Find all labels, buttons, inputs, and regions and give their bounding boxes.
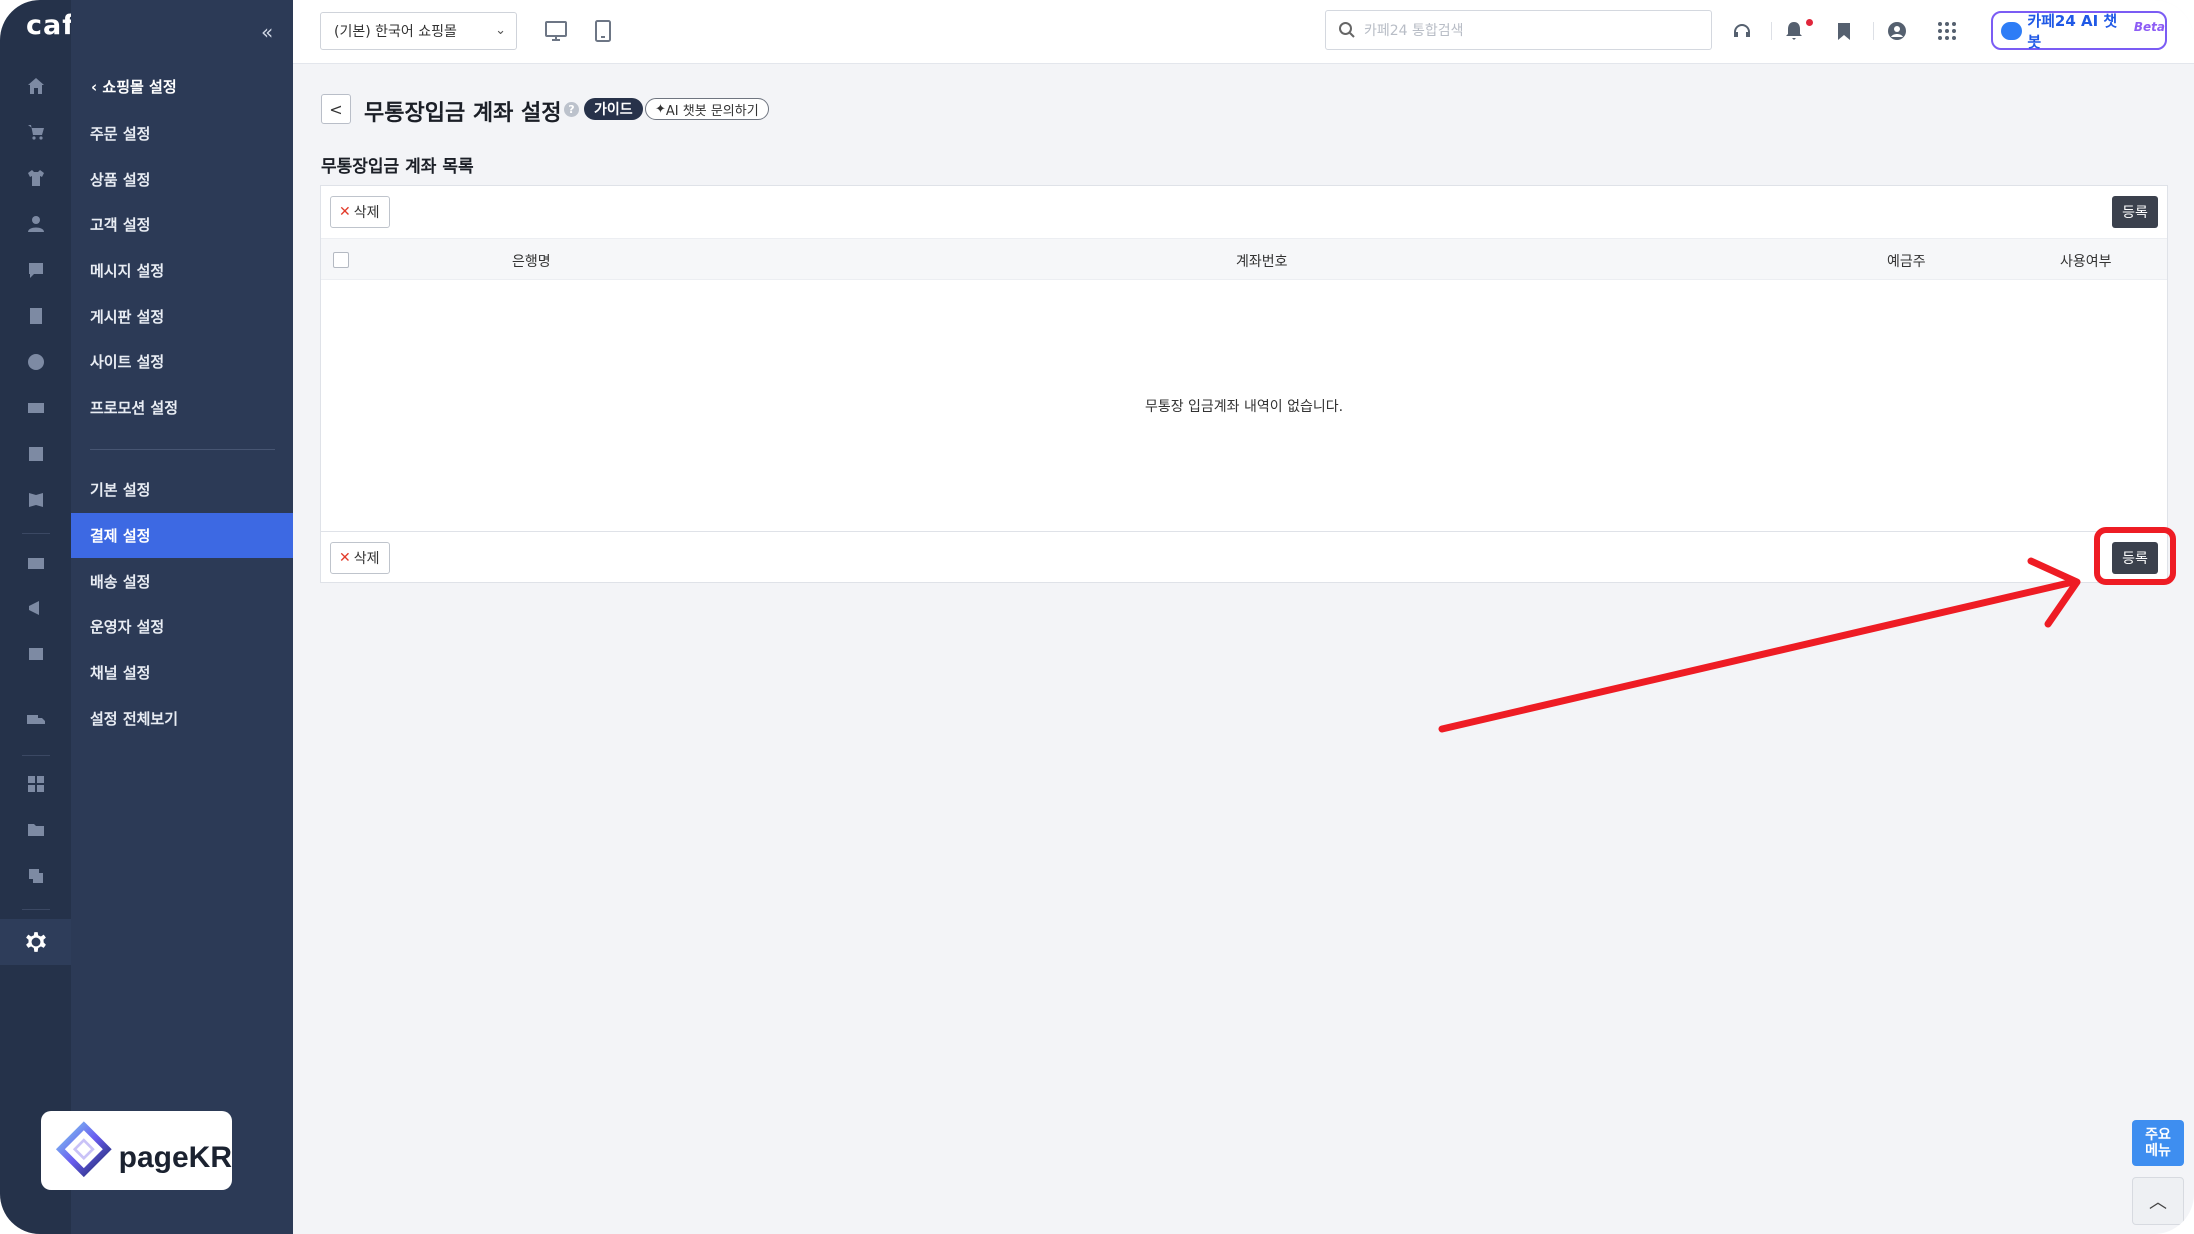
mobile-preview-icon[interactable] bbox=[590, 18, 616, 44]
user-icon[interactable] bbox=[25, 213, 47, 235]
ai-chatbot-label: 카페24 AI 챗봇 bbox=[2027, 11, 2118, 51]
stats-icon[interactable] bbox=[25, 443, 47, 465]
main-menu-button[interactable]: 주요 메뉴 bbox=[2132, 1120, 2184, 1166]
market-icon[interactable] bbox=[25, 643, 47, 665]
register-button-top[interactable]: 등록 bbox=[2112, 196, 2158, 228]
sidebar-item-all-settings[interactable]: 설정 전체보기 bbox=[71, 696, 293, 741]
delete-label: 삭제 bbox=[353, 205, 380, 221]
empty-table-message: 무통장 입금계좌 내역이 없습니다. bbox=[1144, 398, 1344, 415]
folder-icon[interactable] bbox=[25, 819, 47, 841]
ai-ask-button[interactable]: ✦ AI 챗봇 문의하기 bbox=[645, 98, 769, 120]
submenu-back-label: 쇼핑몰 설정 bbox=[102, 78, 177, 96]
main-menu-line1: 주요 bbox=[2145, 1127, 2171, 1143]
ai-ask-label: AI 챗봇 문의하기 bbox=[665, 103, 759, 119]
bookmark-icon[interactable] bbox=[1831, 18, 1857, 44]
main-content: < 무통장입금 계좌 설정 ? 가이드 ✦ AI 챗봇 문의하기 무통장입금 계… bbox=[293, 64, 2194, 1234]
sidebar-item-customer[interactable]: 고객 설정 bbox=[71, 202, 293, 247]
pagekr-logo-icon bbox=[55, 1120, 112, 1177]
column-account-number[interactable]: 계좌번호 bbox=[1236, 251, 1288, 271]
ai-chatbot-button[interactable]: 카페24 AI 챗봇 Beta bbox=[1991, 11, 2167, 51]
delete-button-top[interactable]: ✕ 삭제 bbox=[330, 196, 390, 228]
select-all-checkbox[interactable] bbox=[333, 252, 349, 268]
store-icon[interactable] bbox=[25, 551, 47, 573]
chevron-up-icon: ︿ bbox=[2149, 1192, 2167, 1213]
chevron-left-icon: < bbox=[329, 99, 343, 119]
close-icon: ✕ bbox=[339, 550, 351, 566]
column-bank-name[interactable]: 은행명 bbox=[512, 251, 551, 271]
account-icon[interactable] bbox=[1884, 18, 1910, 44]
search-input[interactable] bbox=[1362, 17, 1706, 45]
chevron-left-icon: ‹ bbox=[91, 78, 103, 96]
column-account-holder[interactable]: 예금주 bbox=[1887, 251, 1926, 271]
sidebar-item-promotion[interactable]: 프로모션 설정 bbox=[71, 385, 293, 430]
help-icon[interactable]: ? bbox=[564, 102, 579, 117]
page-title: 무통장입금 계좌 설정 bbox=[364, 101, 562, 126]
pagekr-watermark: pageKR bbox=[41, 1111, 232, 1190]
back-button[interactable]: < bbox=[321, 94, 351, 124]
chatbot-bubble-icon bbox=[2001, 21, 2023, 40]
sidebar-item-basic[interactable]: 기본 설정 bbox=[71, 467, 293, 512]
sidebar-item-board[interactable]: 게시판 설정 bbox=[71, 294, 293, 339]
global-search[interactable] bbox=[1325, 10, 1712, 50]
rail-divider bbox=[22, 755, 50, 756]
sidebar-item-operator[interactable]: 운영자 설정 bbox=[71, 604, 293, 649]
app-frame: cafe24 « ‹ 쇼핑몰 설정 주문 설정 상품 설정 고객 설정 메시지 … bbox=[0, 0, 2194, 1234]
main-menu-line2: 메뉴 bbox=[2145, 1143, 2171, 1159]
sidebar-item-channel[interactable]: 채널 설정 bbox=[71, 650, 293, 695]
apps-grid-icon[interactable] bbox=[1934, 18, 1960, 44]
collapse-sidebar-icon[interactable]: « bbox=[261, 20, 273, 44]
rail-divider bbox=[22, 533, 50, 534]
bell-icon[interactable] bbox=[1781, 18, 1807, 44]
board-icon[interactable] bbox=[25, 305, 47, 327]
submenu-back-link[interactable]: ‹ 쇼핑몰 설정 bbox=[91, 76, 177, 97]
guide-button[interactable]: 가이드 bbox=[584, 98, 643, 120]
notification-dot bbox=[1806, 19, 1813, 26]
top-toolbar: ✕ 삭제 등록 bbox=[321, 186, 2167, 238]
sparkle-icon: ✦ bbox=[655, 101, 666, 117]
rail-divider bbox=[22, 909, 50, 910]
sidebar-item-message[interactable]: 메시지 설정 bbox=[71, 248, 293, 293]
pagekr-text: pageKR bbox=[118, 1140, 232, 1174]
table-header: 은행명 계좌번호 예금주 사용여부 bbox=[321, 238, 2167, 280]
bottom-toolbar: ✕ 삭제 등록 bbox=[321, 531, 2167, 583]
apps-icon[interactable] bbox=[25, 773, 47, 795]
megaphone-icon[interactable] bbox=[25, 597, 47, 619]
settings-submenu: « ‹ 쇼핑몰 설정 주문 설정 상품 설정 고객 설정 메시지 설정 게시판 … bbox=[71, 0, 293, 1234]
desktop-preview-icon[interactable] bbox=[543, 18, 569, 44]
sidebar-item-payment[interactable]: 결제 설정 bbox=[71, 513, 293, 558]
palette-icon[interactable] bbox=[25, 351, 47, 373]
cart-icon[interactable] bbox=[25, 121, 47, 143]
gear-icon[interactable] bbox=[0, 919, 71, 965]
sidebar-item-order[interactable]: 주문 설정 bbox=[71, 111, 293, 156]
sidebar-item-shipping[interactable]: 배송 설정 bbox=[71, 559, 293, 604]
scroll-top-button[interactable]: ︿ bbox=[2132, 1177, 2184, 1225]
chat-icon[interactable] bbox=[25, 259, 47, 281]
search-icon bbox=[1339, 22, 1355, 38]
shirt-icon[interactable] bbox=[25, 167, 47, 189]
top-bar: (기본) 한국어 쇼핑몰 ⌄ 카페24 AI 챗봇 Beta bbox=[293, 0, 2194, 64]
delete-label: 삭제 bbox=[353, 551, 380, 567]
sidebar-item-site[interactable]: 사이트 설정 bbox=[71, 339, 293, 384]
book-icon[interactable] bbox=[25, 489, 47, 511]
beta-badge: Beta bbox=[2133, 19, 2165, 34]
delete-button-bottom[interactable]: ✕ 삭제 bbox=[330, 542, 390, 574]
account-list-panel: ✕ 삭제 등록 은행명 계좌번호 예금주 사용여부 무통장 입금계좌 내역이 없습… bbox=[320, 185, 2168, 583]
column-usage[interactable]: 사용여부 bbox=[2060, 251, 2112, 271]
submenu-divider bbox=[90, 449, 275, 450]
close-icon: ✕ bbox=[339, 204, 351, 220]
header-divider bbox=[1771, 22, 1772, 40]
truck-icon[interactable] bbox=[25, 709, 47, 731]
promo-icon[interactable] bbox=[25, 397, 47, 419]
chevron-down-icon: ⌄ bbox=[495, 23, 506, 38]
mall-select-value: (기본) 한국어 쇼핑몰 bbox=[334, 24, 457, 40]
home-icon[interactable] bbox=[25, 75, 47, 97]
headset-icon[interactable] bbox=[1729, 18, 1755, 44]
copy-icon[interactable] bbox=[25, 865, 47, 887]
highlight-box bbox=[2094, 527, 2176, 585]
sidebar-item-product[interactable]: 상품 설정 bbox=[71, 157, 293, 202]
header-divider bbox=[1873, 22, 1874, 40]
icon-rail: cafe24 bbox=[0, 0, 133, 1234]
mall-select[interactable]: (기본) 한국어 쇼핑몰 ⌄ bbox=[320, 12, 517, 50]
section-title: 무통장입금 계좌 목록 bbox=[321, 157, 474, 177]
